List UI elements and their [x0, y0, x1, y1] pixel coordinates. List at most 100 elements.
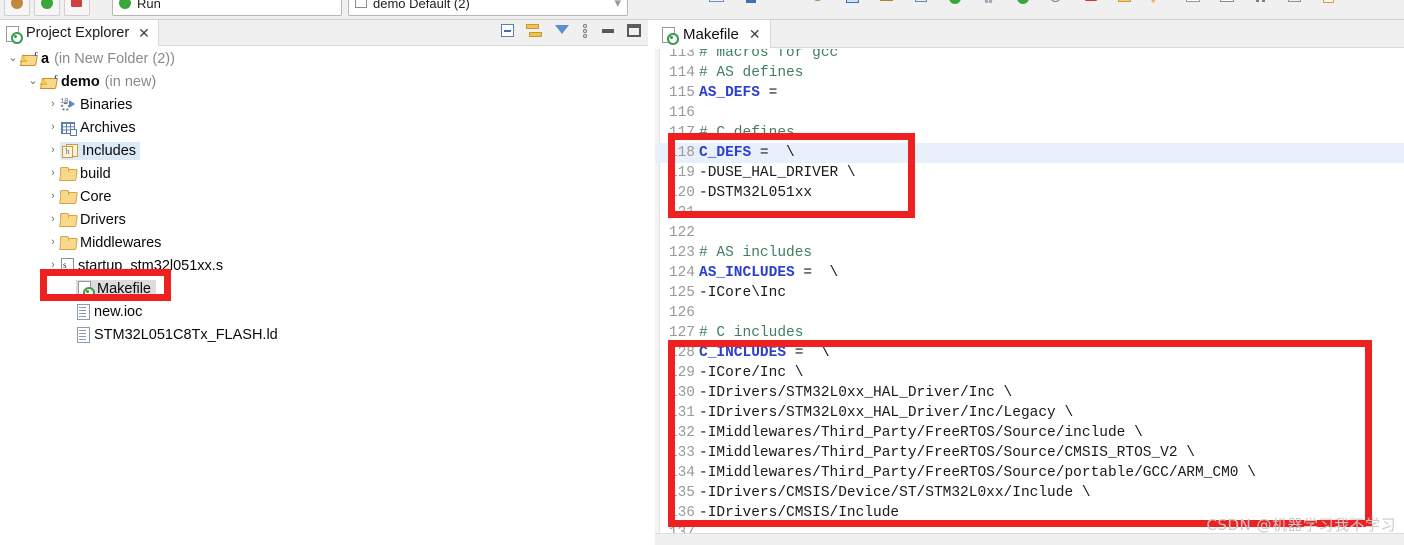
- main-toolbar: Run demo Default (2) ▾: [0, 0, 1404, 20]
- stop-button[interactable]: [64, 0, 90, 16]
- stop-red-icon[interactable]: [1083, 0, 1099, 6]
- tree-item-demo[interactable]: ⌄demo(in new): [0, 70, 156, 93]
- tree-item-label: Binaries: [80, 96, 133, 113]
- folder-icon[interactable]: [1117, 0, 1133, 6]
- collapse-all-icon[interactable]: [500, 23, 516, 39]
- code-line-122[interactable]: 122: [655, 223, 1404, 243]
- tree-item-label: Core: [80, 188, 112, 205]
- chevron-down-icon[interactable]: ⌄: [26, 76, 40, 87]
- code-line-123[interactable]: 123 # AS includes: [655, 243, 1404, 263]
- tree-item-new-ioc[interactable]: new.ioc: [0, 300, 142, 323]
- tree-item-suffix: (in New Folder (2)): [54, 50, 175, 67]
- binaries-icon: [60, 98, 76, 112]
- tree-item-binaries[interactable]: › Binaries: [0, 93, 132, 116]
- line-number: 123: [668, 245, 695, 261]
- line-text: # AS includes: [699, 245, 813, 261]
- project-icon: [40, 72, 58, 89]
- terminal-icon[interactable]: [743, 0, 759, 6]
- run-button[interactable]: [34, 0, 60, 16]
- perspective-icon[interactable]: [845, 0, 861, 6]
- c-defs-highlight-box: [668, 133, 915, 218]
- build-icon[interactable]: [947, 0, 963, 6]
- clock-icon[interactable]: [1049, 0, 1065, 6]
- tree-item-content: demo(in new): [40, 72, 157, 90]
- chevron-right-icon[interactable]: ›: [46, 214, 60, 225]
- editor-tabbar: Makefile ✕: [655, 20, 1404, 48]
- list-icon[interactable]: [1287, 0, 1303, 6]
- code-line-116[interactable]: 116: [655, 103, 1404, 123]
- console-icon[interactable]: [1219, 0, 1235, 6]
- tree-item-drivers[interactable]: › Drivers: [0, 208, 126, 231]
- line-number: 115: [668, 85, 695, 101]
- link-with-editor-icon[interactable]: [526, 23, 544, 39]
- open-icon[interactable]: [913, 0, 929, 6]
- chevron-right-icon[interactable]: ›: [46, 122, 60, 133]
- tab-project-explorer[interactable]: Project Explorer ✕: [0, 20, 159, 46]
- run-green-icon: [119, 0, 131, 9]
- tree-item-content: Archives: [60, 120, 136, 136]
- run-green-2-icon[interactable]: [1015, 0, 1031, 6]
- chevron-down-icon[interactable]: ▾: [614, 0, 621, 11]
- maximize-icon[interactable]: [626, 23, 642, 39]
- pencil-icon[interactable]: [1151, 0, 1167, 6]
- project-explorer-toolbar: [500, 23, 642, 39]
- run-mode-combo[interactable]: Run: [112, 0, 342, 16]
- minimize-icon[interactable]: [600, 23, 616, 39]
- mail-icon[interactable]: [1185, 0, 1201, 6]
- tree-item-middlewares[interactable]: › Middlewares: [0, 231, 161, 254]
- code-line-114[interactable]: 114 # AS defines: [655, 63, 1404, 83]
- tree-item-build[interactable]: › build: [0, 162, 111, 185]
- code-line-126[interactable]: 126: [655, 303, 1404, 323]
- project-explorer-tab-label: Project Explorer: [26, 25, 130, 41]
- pause-icon[interactable]: [1253, 0, 1269, 6]
- archives-icon: [60, 121, 77, 136]
- chevron-right-icon[interactable]: ›: [46, 168, 60, 179]
- tree-item-label: Archives: [80, 119, 136, 136]
- chevron-right-icon[interactable]: ›: [46, 99, 60, 110]
- tree-item-suffix: (in new): [104, 73, 157, 90]
- code-line-115[interactable]: 115 AS_DEFS =: [655, 83, 1404, 103]
- tree-item-content: build: [60, 166, 111, 182]
- arrow-icon[interactable]: [777, 0, 793, 6]
- makefile-icon: [662, 26, 679, 45]
- tree-item-includes[interactable]: › Includes: [0, 139, 141, 162]
- line-number: 124: [668, 265, 695, 281]
- code-line-113[interactable]: 113 # macros for gcc: [655, 49, 1404, 63]
- code-line-124[interactable]: 124 AS_INCLUDES = \: [655, 263, 1404, 283]
- tree-item-label: STM32L051C8Tx_FLASH.ld: [94, 326, 278, 343]
- screenshot-root: Run demo Default (2) ▾ Project Explorer …: [0, 0, 1404, 545]
- line-number: 114: [668, 65, 695, 81]
- includes-icon: [62, 143, 78, 158]
- view-filter-icon[interactable]: [554, 23, 570, 39]
- search-icon[interactable]: [811, 0, 827, 6]
- tree-item-a[interactable]: ⌄ a(in New Folder (2)): [0, 47, 175, 70]
- tools-icon[interactable]: [981, 0, 997, 6]
- tree-item-stm32l051c8tx-flash-ld[interactable]: STM32L051C8Tx_FLASH.ld: [0, 323, 278, 346]
- tree-item-core[interactable]: › Core: [0, 185, 111, 208]
- run-mode-label: Run: [137, 0, 161, 11]
- tree-item-content: Middlewares: [60, 235, 161, 251]
- tab-makefile[interactable]: Makefile ✕: [655, 20, 771, 48]
- toolbar-right-icons: [700, 0, 1346, 6]
- tree-item-archives[interactable]: › Archives: [0, 116, 136, 139]
- close-icon[interactable]: ✕: [138, 26, 150, 40]
- export-icon[interactable]: [1321, 0, 1337, 6]
- binary-icon[interactable]: [709, 0, 725, 6]
- tree-item-content: Core: [60, 189, 111, 205]
- config-icon: [355, 0, 367, 8]
- chevron-right-icon[interactable]: ›: [46, 145, 60, 156]
- makefile-tree-highlight-box: [40, 269, 171, 301]
- launch-config-combo[interactable]: demo Default (2) ▾: [348, 0, 628, 16]
- chevron-right-icon[interactable]: ›: [46, 191, 60, 202]
- code-line-125[interactable]: 125 -ICore\Inc: [655, 283, 1404, 303]
- close-icon[interactable]: ✕: [749, 26, 761, 43]
- line-text: -ICore\Inc: [699, 285, 787, 301]
- line-number: 125: [668, 285, 695, 301]
- doc-icon: [76, 304, 90, 320]
- debug-button[interactable]: [4, 0, 30, 16]
- tree-item-label: a: [41, 50, 50, 67]
- chevron-down-icon[interactable]: ⌄: [6, 53, 20, 64]
- chevron-right-icon[interactable]: ›: [46, 237, 60, 248]
- view-menu-icon[interactable]: [580, 23, 590, 39]
- new-c-icon[interactable]: [879, 0, 895, 6]
